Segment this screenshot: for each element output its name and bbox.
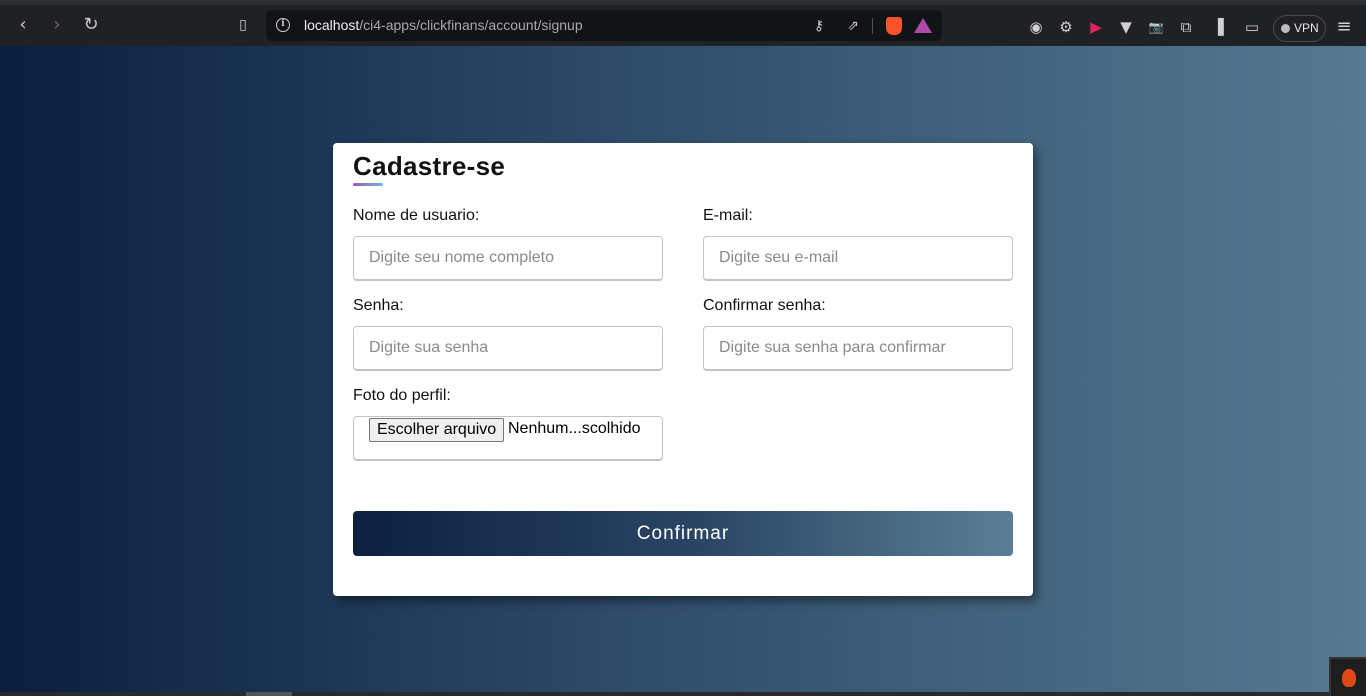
gear-icon[interactable]: ⚙ bbox=[1056, 17, 1076, 37]
vpn-status-icon bbox=[1281, 24, 1290, 33]
menu-icon[interactable]: ≡ bbox=[1334, 17, 1354, 37]
play-extension-icon[interactable]: ▶ bbox=[1086, 17, 1106, 37]
choose-file-button[interactable]: Escolher arquivo bbox=[369, 418, 505, 442]
address-separator bbox=[872, 18, 873, 34]
url-text[interactable]: localhost/ci4-apps/clickfinans/account/s… bbox=[304, 17, 583, 33]
extension-icon-1[interactable]: ◉ bbox=[1026, 17, 1046, 37]
wallet-icon[interactable]: ▭ bbox=[1242, 17, 1262, 37]
title-underline bbox=[353, 183, 383, 186]
vpn-label: VPN bbox=[1294, 21, 1319, 35]
bookmark-icon: ▯ bbox=[239, 17, 247, 33]
key-icon[interactable]: ⚷ bbox=[809, 16, 829, 36]
address-bar[interactable]: i localhost/ci4-apps/clickfinans/account… bbox=[266, 10, 942, 41]
email-label: E-mail: bbox=[703, 207, 753, 224]
reload-icon: ↻ bbox=[83, 14, 99, 35]
vue-devtools-icon[interactable]: ▼ bbox=[1116, 17, 1136, 37]
file-status-text: Nenhum...scolhido bbox=[508, 420, 641, 437]
password-label: Senha: bbox=[353, 297, 404, 314]
flame-icon bbox=[1342, 669, 1356, 687]
back-button[interactable]: ‹ bbox=[11, 13, 35, 37]
scrollbar-thumb[interactable] bbox=[246, 692, 292, 696]
profile-photo-input[interactable]: Escolher arquivo Nenhum...scolhido bbox=[353, 416, 663, 461]
sidebar-icon[interactable]: ▐ bbox=[1208, 17, 1228, 37]
codeigniter-debug-toolbar-button[interactable] bbox=[1329, 657, 1366, 696]
extensions-puzzle-icon[interactable]: ⧉ bbox=[1176, 17, 1196, 37]
page-background: Cadastre-se Nome de usuario: E-mail: Sen… bbox=[0, 46, 1366, 696]
share-icon[interactable]: ⇗ bbox=[843, 16, 863, 36]
confirm-password-input[interactable] bbox=[703, 326, 1013, 371]
camera-icon[interactable]: 📷 bbox=[1146, 17, 1166, 37]
confirm-password-label: Confirmar senha: bbox=[703, 297, 826, 314]
forward-button[interactable]: › bbox=[45, 13, 69, 37]
reload-button[interactable]: ↻ bbox=[79, 13, 103, 37]
chevron-right-icon: › bbox=[53, 14, 61, 35]
info-icon[interactable]: i bbox=[276, 18, 290, 32]
url-path: /ci4-apps/clickfinans/account/signup bbox=[359, 17, 583, 33]
confirm-button[interactable]: Confirmar bbox=[353, 511, 1013, 556]
email-input[interactable] bbox=[703, 236, 1013, 281]
username-label: Nome de usuario: bbox=[353, 207, 480, 224]
bookmark-button[interactable]: ▯ bbox=[231, 13, 255, 37]
username-input[interactable] bbox=[353, 236, 663, 281]
horizontal-scrollbar[interactable] bbox=[0, 692, 1329, 696]
url-host: localhost bbox=[304, 17, 360, 33]
browser-toolbar: ‹ › ↻ ▯ i localhost/ci4-apps/clickfinans… bbox=[0, 0, 1366, 46]
page-title: Cadastre-se bbox=[353, 151, 506, 181]
brave-rewards-icon[interactable] bbox=[914, 18, 932, 33]
chevron-left-icon: ‹ bbox=[19, 14, 27, 35]
brave-shields-icon[interactable] bbox=[886, 17, 902, 35]
signup-card: Cadastre-se Nome de usuario: E-mail: Sen… bbox=[333, 143, 1033, 596]
profile-photo-label: Foto do perfil: bbox=[353, 387, 451, 404]
vpn-button[interactable]: VPN bbox=[1273, 15, 1326, 42]
password-input[interactable] bbox=[353, 326, 663, 371]
